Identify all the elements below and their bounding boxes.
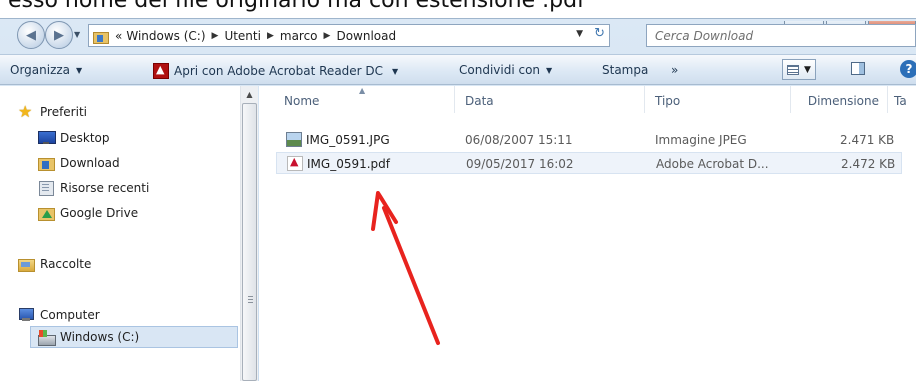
share-with-button[interactable]: Condividi con ▼ [459,63,552,77]
nav-desktop-label: Desktop [60,130,110,145]
search-box[interactable] [646,24,916,47]
scroll-up-icon[interactable]: ▲ [241,86,258,103]
forward-button[interactable]: ▶ [45,21,73,49]
chevron-right-icon[interactable]: ▶ [324,31,331,41]
chevron-right-icon[interactable]: ▶ [267,31,274,41]
breadcrumb-overflow[interactable]: « [115,29,122,43]
file-row[interactable]: IMG_0591.pdf 09/05/2017 16:02 Adobe Acro… [276,152,902,174]
nav-computer[interactable]: Computer [18,307,100,322]
scrollbar-thumb[interactable] [242,103,257,381]
libraries-icon [18,256,35,272]
star-icon: ★ [18,102,33,121]
column-header-tags[interactable]: Ta [888,86,916,113]
column-header-size[interactable]: Dimensione [791,86,888,113]
file-name: IMG_0591.JPG [306,133,390,147]
breadcrumb-drive[interactable]: Windows (C:) [126,29,205,43]
computer-icon [18,307,34,322]
pdf-file-icon [287,155,303,171]
open-with-label: Apri con Adobe Acrobat Reader DC [174,64,384,78]
details-view-icon [787,64,799,75]
file-name: IMG_0591.pdf [307,157,391,171]
chevron-down-icon: ▼ [804,64,811,75]
share-label: Condividi con [459,63,541,77]
article-caption: esso nome del file originario ma con est… [8,0,585,13]
file-row[interactable]: IMG_0591.JPG 06/08/2007 15:11 Immagine J… [276,129,902,151]
nav-drive-c-label: Windows (C:) [60,330,140,344]
file-size: 2.472 KB [841,157,896,171]
print-button[interactable]: Stampa [602,63,648,77]
nav-pane-scrollbar[interactable]: ▲ [240,86,258,381]
nav-libraries[interactable]: Raccolte [18,256,92,272]
arrow-right-icon: ▶ [54,27,64,43]
column-header-date[interactable]: Data [455,86,645,113]
navigation-pane: ★ Preferiti Desktop Download Risorse rec… [0,86,258,381]
scroll-grip-icon [248,296,253,303]
downloads-folder-icon [38,155,55,171]
chevron-down-icon: ▼ [546,65,553,75]
nav-computer-label: Computer [40,307,100,322]
more-label: » [671,63,679,77]
column-header-name[interactable]: ▲ Nome [259,86,455,113]
breadcrumb-download[interactable]: Download [336,29,396,43]
organize-label: Organizza [10,63,71,77]
nav-drive-c[interactable]: Windows (C:) [30,326,238,348]
preview-pane-button[interactable] [851,62,865,75]
nav-download[interactable]: Download [38,155,120,171]
recent-pages-dropdown[interactable]: ▼ [74,30,80,39]
nav-google-drive[interactable]: Google Drive [38,205,139,221]
nav-recent[interactable]: Risorse recenti [38,180,150,196]
nav-desktop[interactable]: Desktop [38,130,110,145]
folder-icon [93,29,109,44]
google-drive-icon [38,205,55,221]
nav-google-drive-label: Google Drive [60,205,139,220]
search-input[interactable] [655,28,915,43]
command-bar: Organizza ▼ Apri con Adobe Acrobat Reade… [0,54,916,85]
windows-drive-icon [38,329,56,346]
organize-button[interactable]: Organizza ▼ [10,63,82,77]
help-button[interactable]: ? [900,60,916,78]
address-bar[interactable]: « Windows (C:) ▶ Utenti ▶ marco ▶ Downlo… [88,24,610,47]
change-view-button[interactable]: ▼ [782,59,816,80]
nav-favorites[interactable]: ★ Preferiti [18,102,87,121]
jpg-file-icon [286,132,302,147]
refresh-icon[interactable]: ↻ [594,26,605,41]
file-date: 06/08/2007 15:11 [465,133,573,147]
file-size: 2.471 KB [840,133,895,147]
file-type: Adobe Acrobat D... [656,157,769,171]
acrobat-icon [153,63,169,79]
breadcrumb-user[interactable]: marco [280,29,318,43]
nav-recent-label: Risorse recenti [60,180,150,195]
address-history-dropdown[interactable]: ▼ [576,29,583,39]
back-button[interactable]: ◀ [17,21,45,49]
file-date: 09/05/2017 16:02 [466,157,574,171]
nav-favorites-label: Preferiti [40,104,87,119]
desktop-icon [38,130,56,145]
more-commands-button[interactable]: » [671,63,678,77]
open-with-acrobat-button[interactable]: Apri con Adobe Acrobat Reader DC ▼ [153,63,398,79]
sort-ascending-icon: ▲ [359,86,366,95]
breadcrumb-users[interactable]: Utenti [224,29,261,43]
column-header-type[interactable]: Tipo [645,86,791,113]
recent-places-icon [38,180,54,196]
file-list: ▲ Nome Data Tipo Dimensione Ta IMG_0591.… [259,86,916,381]
print-label: Stampa [602,63,649,77]
address-row: ◀ ▶ ▼ « Windows (C:) ▶ Utenti ▶ marco ▶ … [0,19,916,53]
arrow-left-icon: ◀ [26,27,36,43]
nav-libraries-label: Raccolte [40,256,92,271]
file-type: Immagine JPEG [655,133,747,147]
chevron-right-icon[interactable]: ▶ [212,31,219,41]
chevron-down-icon: ▼ [392,66,399,76]
chevron-down-icon: ▼ [76,65,83,75]
nav-download-label: Download [60,155,120,170]
